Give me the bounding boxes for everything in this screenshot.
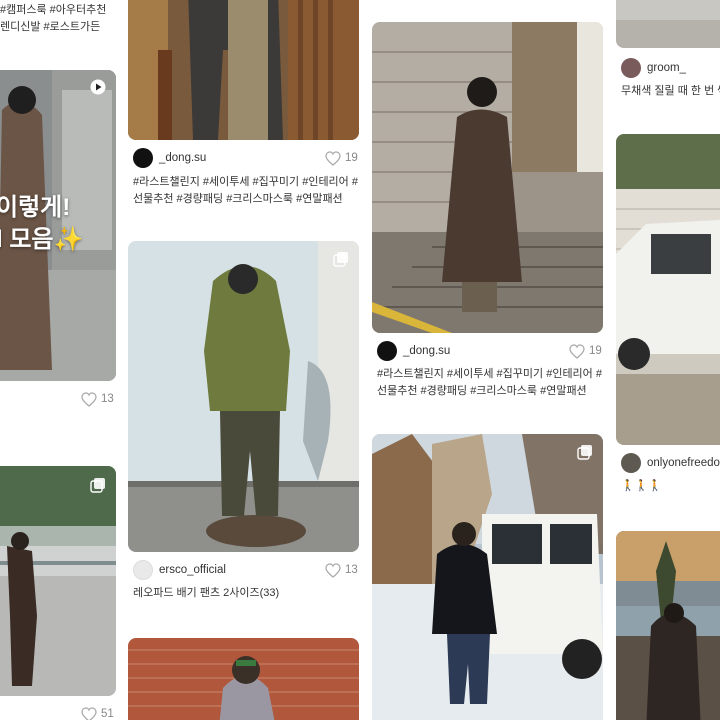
- col4-card2-image[interactable]: [616, 134, 720, 445]
- col3-card2-image[interactable]: [372, 434, 603, 720]
- like-count: 13: [101, 393, 114, 405]
- heart-outline-icon: [325, 150, 341, 166]
- author-name: groom_: [647, 62, 686, 74]
- author-name: onlyonefreedo: [647, 457, 720, 469]
- col4-card2-caption: 🚶🚶🚶: [621, 478, 662, 495]
- overlay-line: l 모음✨: [0, 226, 84, 253]
- col1-top-caption: #캠퍼스룩 #아우터추천 렌디신발 #로스트가든: [0, 2, 106, 36]
- heart-outline-icon: [569, 343, 585, 359]
- col4-card2-author[interactable]: onlyonefreedo: [621, 452, 720, 474]
- avatar: [621, 453, 641, 473]
- heart-outline-icon: [325, 562, 341, 578]
- avatar: [133, 148, 153, 168]
- author-name: _dong.su: [403, 345, 451, 357]
- overlay-line: 이렇게!: [0, 194, 71, 221]
- col2-card1-caption: #라스트챌린지 #세이투세 #집꾸미기 #인테리어 # 선물추천 #경량패딩 #…: [133, 174, 358, 208]
- col2-card2-caption: 레오파드 배기 팬츠 2사이즈(33): [133, 585, 279, 602]
- col1-card1-overlay: 이렇게! l 모음✨: [0, 192, 83, 256]
- caption-line: 선물추천 #경량패딩 #크리스마스룩 #연말패션: [133, 193, 343, 205]
- heart-outline-icon: [81, 706, 97, 720]
- multi-image-icon: [90, 478, 105, 493]
- author-name: ersco_official: [159, 564, 226, 576]
- caption-line: 🚶🚶🚶: [621, 480, 663, 492]
- col1-card2-image[interactable]: [0, 466, 116, 696]
- col2-card3-image[interactable]: [128, 638, 359, 720]
- col1-card1-like[interactable]: 13: [81, 390, 114, 408]
- caption-line: 레오파드 배기 팬츠 2사이즈(33): [133, 587, 280, 599]
- multi-image-icon: [577, 445, 592, 460]
- col4-card1-caption: 무채색 질릴 때 한 번 씩: [621, 83, 720, 100]
- caption-line: 렌디신발 #로스트가든: [0, 21, 101, 33]
- col4-card1-image[interactable]: [616, 0, 720, 48]
- col2-card2-author[interactable]: ersco_official: [133, 559, 226, 581]
- play-icon: [90, 79, 106, 95]
- author-name: _dong.su: [159, 152, 207, 164]
- col4-card1-author[interactable]: groom_: [621, 57, 686, 79]
- heart-outline-icon: [81, 391, 97, 407]
- col4-card3-image[interactable]: [616, 531, 720, 720]
- caption-line: 무채색 질릴 때 한 번 씩: [621, 85, 720, 97]
- multi-image-icon: [333, 252, 348, 267]
- col1-card2-like[interactable]: 51: [81, 705, 114, 720]
- col3-card1-like[interactable]: 19: [569, 342, 602, 360]
- caption-line: #라스트챌린지 #세이투세 #집꾸미기 #인테리어 #: [377, 368, 602, 380]
- col3-card1-image[interactable]: [372, 22, 603, 333]
- avatar: [377, 341, 397, 361]
- col2-card2-image[interactable]: [128, 241, 359, 552]
- caption-line: #캠퍼스룩 #아우터추천: [0, 4, 107, 16]
- col2-card1-author[interactable]: _dong.su: [133, 147, 206, 169]
- like-count: 19: [589, 345, 602, 357]
- col2-card1-like[interactable]: 19: [325, 149, 358, 167]
- col3-card1-caption: #라스트챌린지 #세이투세 #집꾸미기 #인테리어 # 선물추천 #경량패딩 #…: [377, 366, 602, 400]
- like-count: 51: [101, 708, 114, 720]
- col2-card2-like[interactable]: 13: [325, 561, 358, 579]
- avatar: [133, 560, 153, 580]
- like-count: 19: [345, 152, 358, 164]
- avatar: [621, 58, 641, 78]
- caption-line: #라스트챌린지 #세이투세 #집꾸미기 #인테리어 #: [133, 176, 358, 188]
- col2-card1-image[interactable]: [128, 0, 359, 140]
- like-count: 13: [345, 564, 358, 576]
- col3-card1-author[interactable]: _dong.su: [377, 340, 450, 362]
- caption-line: 선물추천 #경량패딩 #크리스마스룩 #연말패션: [377, 385, 587, 397]
